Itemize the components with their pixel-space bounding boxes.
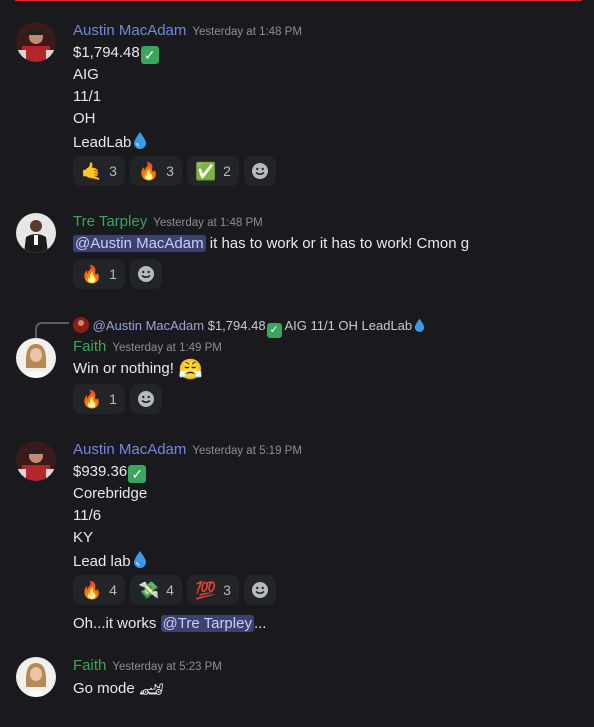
check-mark-icon: ✓ [128, 465, 147, 483]
add-reaction-button[interactable] [243, 156, 276, 186]
reaction-fire[interactable]: 🔥 3 [129, 156, 182, 186]
avatar[interactable] [16, 338, 56, 378]
timestamp: Yesterday at 1:48 PM [192, 26, 302, 38]
message-line: Corebridge [73, 485, 148, 502]
fire-icon: 🔥 [81, 264, 103, 284]
message-text: @Austin MacAdam it has to work or it has… [73, 235, 470, 252]
add-reaction-button[interactable] [129, 384, 162, 414]
reaction-money-wings[interactable]: 💸 4 [129, 575, 182, 605]
reaction-fire[interactable]: 🔥 4 [73, 575, 125, 605]
timestamp: Yesterday at 5:23 PM [112, 661, 222, 673]
smiley-icon [137, 266, 154, 282]
droplet-icon [414, 318, 425, 335]
reaction-count: 3 [166, 163, 174, 179]
message-line: 11/6 [73, 507, 102, 524]
reaction-check[interactable]: ✅ 2 [186, 156, 239, 186]
reactions-bar: 🔥 1 [73, 259, 162, 289]
avatar[interactable] [16, 22, 56, 62]
check-mark-icon: ✅ [194, 161, 217, 181]
timestamp: Yesterday at 1:48 PM [153, 217, 263, 229]
reply-connector [35, 322, 69, 338]
smiley-icon [137, 391, 154, 407]
message-text: Go mode 🏎 [73, 679, 165, 701]
message-line: LeadLab [73, 131, 147, 155]
message-line: AIG [73, 66, 99, 83]
message-line: 11/1 [73, 88, 102, 105]
call-me-hand-icon: 🤙 [81, 161, 103, 181]
reactions-bar: 🤙 3 🔥 3 ✅ 2 [73, 156, 276, 186]
message-line: $1,794.48 ✓ [73, 43, 159, 64]
race-car-icon: 🏎 [138, 679, 165, 701]
message-line: KY [73, 529, 94, 546]
check-mark-icon: ✓ [266, 323, 282, 338]
hundred-points-icon: 💯 [194, 580, 217, 600]
reaction-fire[interactable]: 🔥 1 [73, 384, 125, 414]
message-line: $939.36 ✓ [73, 462, 147, 483]
avatar[interactable] [16, 657, 56, 697]
smiley-icon [251, 582, 268, 598]
reactions-bar: 🔥 1 [73, 384, 162, 414]
reaction-count: 1 [109, 391, 117, 407]
triumph-face-icon: 😤 [178, 359, 203, 381]
author-name[interactable]: Austin MacAdam [73, 22, 186, 39]
reaction-hundred[interactable]: 💯 3 [186, 575, 239, 605]
message-text: Win or nothing! 😤 [73, 359, 203, 381]
avatar[interactable] [16, 213, 56, 253]
user-mention[interactable]: @Tre Tarpley [160, 615, 254, 632]
message-line: Lead lab [73, 550, 147, 574]
reactions-bar: 🔥 4 💸 4 💯 3 [73, 575, 276, 605]
reaction-count: 4 [166, 582, 174, 598]
fire-icon: 🔥 [81, 389, 103, 409]
avatar[interactable] [16, 441, 56, 481]
timestamp: Yesterday at 1:49 PM [112, 342, 222, 354]
droplet-icon [133, 131, 147, 155]
droplet-icon [133, 550, 147, 574]
reaction-count: 4 [109, 582, 117, 598]
check-mark-icon: ✓ [140, 46, 159, 64]
author-name[interactable]: Faith [73, 657, 106, 674]
author-name[interactable]: Austin MacAdam [73, 441, 186, 458]
fire-icon: 🔥 [137, 161, 160, 181]
reaction-count: 2 [223, 163, 231, 179]
timestamp: Yesterday at 5:19 PM [192, 445, 302, 457]
reaction-count: 3 [223, 582, 231, 598]
smiley-icon [251, 163, 268, 179]
user-mention[interactable]: @Austin MacAdam [73, 235, 206, 252]
reply-avatar [73, 317, 89, 333]
message-text: Oh...it works @Tre Tarpley... [73, 615, 267, 632]
money-with-wings-icon: 💸 [137, 580, 160, 600]
reply-preview[interactable]: @Austin MacAdam $1,794.48 ✓ AIG 11/1 OH L… [73, 317, 425, 338]
author-name[interactable]: Tre Tarpley [73, 213, 147, 230]
add-reaction-button[interactable] [129, 259, 162, 289]
reaction-count: 3 [109, 163, 117, 179]
fire-icon: 🔥 [81, 580, 103, 600]
author-name[interactable]: Faith [73, 338, 106, 355]
reaction-call-me[interactable]: 🤙 3 [73, 156, 125, 186]
reaction-fire[interactable]: 🔥 1 [73, 259, 125, 289]
message-line: OH [73, 110, 96, 127]
add-reaction-button[interactable] [243, 575, 276, 605]
reaction-count: 1 [109, 266, 117, 282]
new-messages-divider [15, 0, 582, 1]
